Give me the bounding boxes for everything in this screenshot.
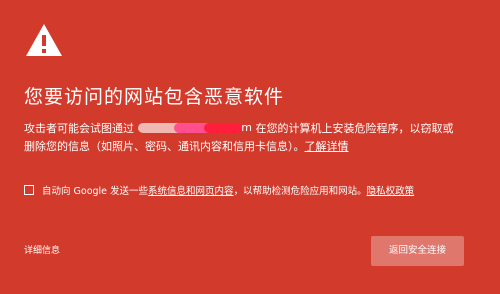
page-title: 您要访问的网站包含恶意软件: [24, 86, 285, 108]
report-checkbox[interactable]: [24, 185, 34, 195]
message-text: 删除您的信息（如照片、密码、通讯内容和信用卡信息）。: [24, 140, 305, 153]
report-text: ，以帮助检测危险应用和网站。: [233, 186, 367, 197]
warning-triangle-icon: [26, 24, 62, 56]
redacted-domain: m: [134, 121, 252, 135]
message-text: 在您的计算机上安装危险程序，以窃取或: [252, 122, 454, 135]
domain-tail: m: [241, 121, 252, 134]
warning-message: 攻击者可能会试图通过 m 在您的计算机上安装危险程序，以窃取或删除您的信息（如照片…: [24, 120, 476, 156]
message-text: 攻击者可能会试图通过: [24, 122, 134, 135]
redaction-mark: [204, 123, 242, 133]
back-to-safety-button[interactable]: 返回安全连接: [371, 236, 464, 266]
report-option: 自动向 Google 发送一些系统信息和网页内容，以帮助检测危险应用和网站。隐私…: [24, 184, 414, 200]
report-text: 自动向 Google 发送一些: [42, 186, 149, 197]
learn-more-link[interactable]: 了解详情: [305, 140, 349, 153]
details-button[interactable]: 详细信息: [24, 244, 60, 258]
privacy-policy-link[interactable]: 隐私权政策: [367, 186, 415, 197]
system-info-link[interactable]: 系统信息和网页内容: [148, 186, 234, 197]
